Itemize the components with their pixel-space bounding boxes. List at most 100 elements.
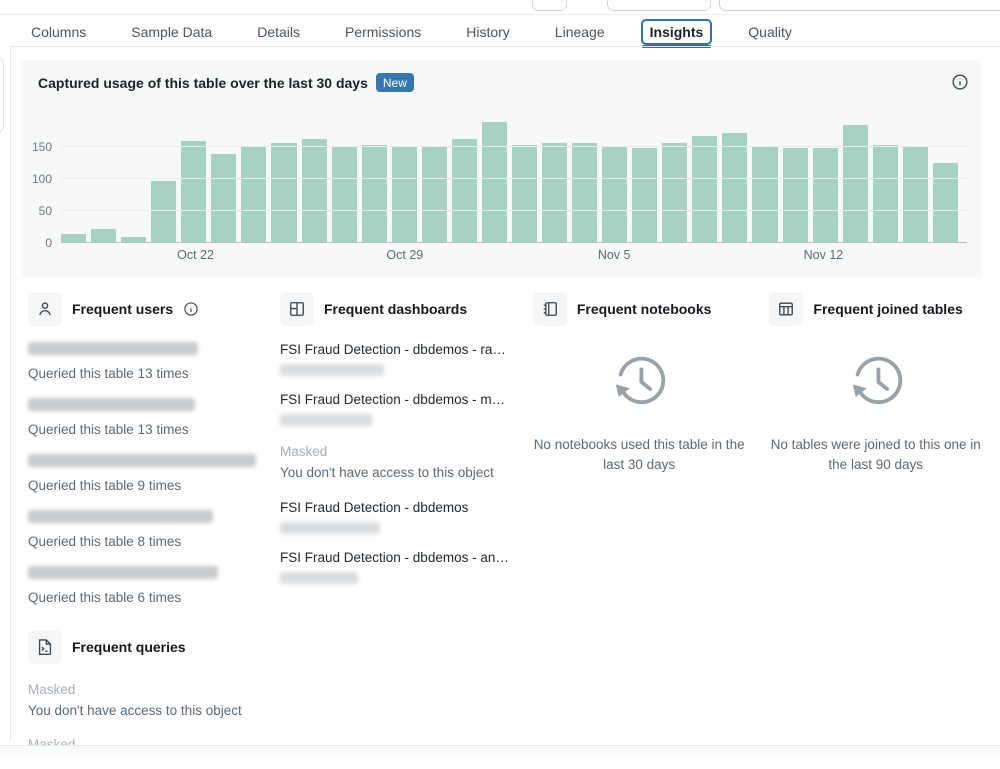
dashboard-link[interactable]: FSI Fraud Detection - dbdemos - an… [280, 550, 509, 565]
usage-bar[interactable] [752, 147, 778, 242]
masked-user-name [28, 397, 195, 411]
top-toolbar-button-wide[interactable] [607, 0, 711, 11]
bottom-edge [0, 745, 1000, 754]
usage-bar[interactable] [121, 236, 147, 242]
left-content-border [10, 47, 11, 741]
top-toolbar-button[interactable] [532, 0, 567, 11]
tab-quality[interactable]: Quality [739, 19, 801, 45]
user-query-count: Queried this table 8 times [28, 533, 182, 549]
masked-dashboard-subtitle [280, 521, 380, 534]
info-icon[interactable] [183, 301, 199, 317]
usage-bar[interactable] [301, 139, 327, 242]
user-query-count: Queried this table 9 times [28, 477, 182, 493]
frequent-user-item: Queried this table 9 times [28, 453, 256, 497]
frequent-notebooks-header: Frequent notebooks [532, 292, 746, 326]
user-icon [28, 292, 62, 326]
usage-bar[interactable] [602, 147, 628, 242]
usage-bar[interactable] [632, 147, 658, 242]
frequent-dashboard-item: FSI Fraud Detection - dbdemos [280, 500, 509, 534]
table-icon [769, 292, 804, 326]
header-divider [0, 14, 1000, 15]
usage-bar[interactable] [211, 154, 237, 242]
masked-dashboard-subtitle [280, 364, 384, 376]
usage-bar[interactable] [542, 143, 568, 242]
insight-sections: Frequent users Queried this table 13 tim… [28, 292, 982, 622]
usage-bar[interactable] [692, 135, 718, 242]
x-axis-tick-label: Oct 22 [177, 248, 214, 262]
tab-sample-data[interactable]: Sample Data [122, 19, 221, 45]
usage-bar[interactable] [451, 139, 477, 242]
tab-history[interactable]: History [457, 19, 519, 45]
usage-bar[interactable] [331, 146, 357, 242]
usage-panel-header: Captured usage of this table over the la… [38, 73, 414, 92]
usage-bar[interactable] [181, 141, 207, 242]
masked-user-name [28, 342, 198, 355]
usage-bar[interactable] [151, 181, 177, 242]
dashboard-icon [280, 292, 314, 326]
user-query-count: Queried this table 13 times [28, 421, 189, 437]
tab-columns[interactable]: Columns [22, 19, 95, 45]
usage-bar[interactable] [361, 144, 387, 242]
new-badge: New [375, 73, 414, 92]
gridline [61, 209, 967, 211]
masked-user-name [28, 453, 256, 467]
frequent-dashboards-section: Frequent dashboards FSI Fraud Detection … [280, 292, 509, 622]
usage-bar[interactable] [722, 133, 748, 242]
y-axis-tick-label: 150 [31, 139, 52, 154]
frequent-dashboards-header: Frequent dashboards [280, 292, 509, 326]
usage-bar[interactable] [872, 144, 898, 242]
frequent-joined-tables-header: Frequent joined tables [769, 292, 982, 326]
frequent-users-section: Frequent users Queried this table 13 tim… [28, 292, 256, 622]
masked-label: Masked [28, 682, 76, 697]
frequent-users-title: Frequent users [72, 301, 174, 317]
usage-bar[interactable] [812, 147, 838, 242]
dashboard-link[interactable]: FSI Fraud Detection - dbdemos - ra… [280, 342, 509, 357]
x-axis-tick-label: Oct 29 [386, 248, 424, 262]
usage-bar[interactable] [902, 147, 928, 242]
frequent-notebooks-section: Frequent notebooks No notebooks used thi… [532, 292, 746, 622]
user-query-count: Queried this table 6 times [28, 589, 182, 605]
masked-label: Masked [280, 444, 328, 459]
y-axis-tick-label: 50 [38, 203, 52, 218]
tab-lineage[interactable]: Lineage [546, 19, 614, 45]
usage-bar[interactable] [662, 143, 688, 242]
frequent-users-list: Queried this table 13 times Queried this … [28, 342, 256, 609]
usage-bar[interactable] [481, 122, 507, 242]
usage-bar[interactable] [842, 124, 868, 242]
usage-bar[interactable] [782, 147, 808, 242]
frequent-queries-title: Frequent queries [72, 639, 186, 655]
masked-caption: You don't have access to this object [280, 464, 494, 480]
frequent-dashboard-item: FSI Fraud Detection - dbdemos - an… [280, 550, 509, 584]
usage-bar[interactable] [932, 162, 958, 242]
tab-insights[interactable]: Insights [640, 19, 713, 48]
usage-bar[interactable] [91, 229, 117, 242]
frequent-user-item: Queried this table 13 times [28, 342, 256, 385]
history-clock-icon [615, 356, 666, 405]
notebooks-empty-state: No notebooks used this table in the last… [533, 352, 746, 476]
masked-user-name [28, 509, 213, 523]
frequent-joined-tables-section: Frequent joined tables No tables were jo… [769, 292, 982, 622]
usage-bar[interactable] [572, 143, 598, 242]
usage-bar[interactable] [511, 144, 537, 242]
usage-bar[interactable] [241, 147, 267, 242]
frequent-users-header: Frequent users [28, 292, 256, 326]
joined-tables-empty-text: No tables were joined to this one in the… [770, 437, 981, 473]
usage-chart-panel: Captured usage of this table over the la… [22, 60, 982, 278]
usage-bar[interactable] [271, 142, 297, 242]
usage-bar[interactable] [391, 146, 417, 242]
info-icon[interactable] [951, 73, 969, 91]
frequent-dashboard-item: Masked You don't have access to this obje… [280, 442, 509, 484]
frequent-dashboard-item: FSI Fraud Detection - dbdemos - m… [280, 392, 509, 426]
dashboard-link[interactable]: FSI Fraud Detection - dbdemos - m… [280, 392, 509, 407]
tab-details[interactable]: Details [248, 19, 309, 45]
dashboard-link[interactable]: FSI Fraud Detection - dbdemos [280, 500, 509, 515]
gridline [61, 145, 967, 147]
notebook-icon [532, 292, 567, 326]
usage-panel-title: Captured usage of this table over the la… [38, 74, 368, 91]
masked-user-name [28, 565, 218, 579]
tab-permissions[interactable]: Permissions [336, 19, 430, 45]
usage-bar[interactable] [421, 146, 447, 242]
frequent-dashboards-title: Frequent dashboards [324, 301, 468, 317]
top-search-input[interactable] [719, 0, 1000, 11]
usage-bar[interactable] [61, 234, 87, 242]
